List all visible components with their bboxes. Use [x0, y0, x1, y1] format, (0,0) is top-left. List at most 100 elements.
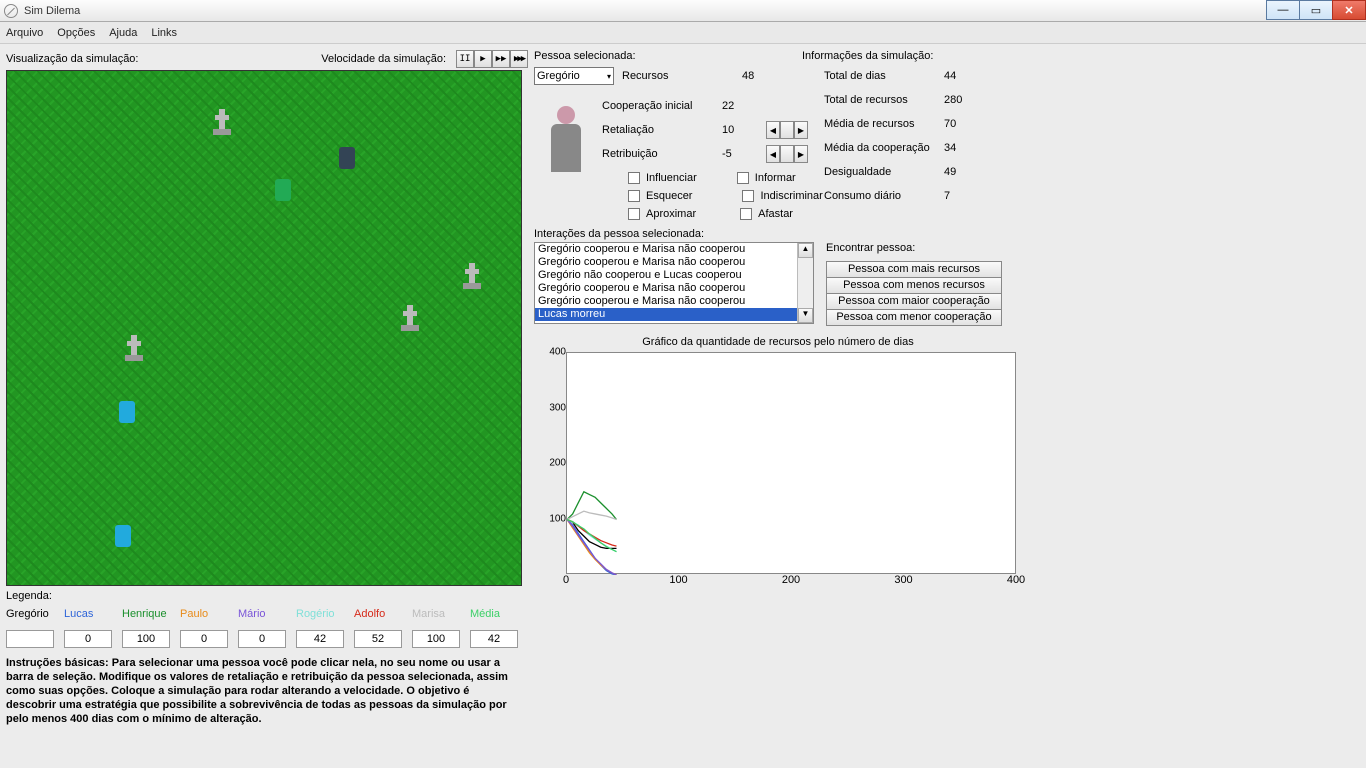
- menu-opcoes[interactable]: Opções: [57, 27, 95, 39]
- scrollbar[interactable]: ▲ ▼: [797, 243, 813, 323]
- chk-influenciar-label: Influenciar: [646, 172, 697, 184]
- chk-aproximar[interactable]: [628, 208, 640, 220]
- x-tick: 200: [782, 574, 800, 586]
- legend-value: 42: [470, 630, 518, 648]
- chk-afastar[interactable]: [740, 208, 752, 220]
- person-sprite[interactable]: [119, 401, 135, 423]
- retrib-label: Retribuição: [602, 148, 722, 160]
- menu-ajuda[interactable]: Ajuda: [109, 27, 137, 39]
- person-sprite[interactable]: [115, 525, 131, 547]
- chk-esquecer-label: Esquecer: [646, 190, 692, 202]
- y-tick: 400: [549, 347, 566, 358]
- fast-button[interactable]: ▶▶: [492, 50, 510, 68]
- retrib-value: -5: [722, 148, 762, 160]
- scroll-down-icon[interactable]: ▼: [798, 308, 813, 323]
- interactions-list[interactable]: Gregório cooperou e Marisa não cooperouG…: [534, 242, 814, 324]
- faster-button[interactable]: ▶▶▶: [510, 50, 528, 68]
- pause-button[interactable]: II: [456, 50, 474, 68]
- legend-value: 0: [180, 630, 228, 648]
- grave-icon: [461, 263, 483, 289]
- simulation-canvas[interactable]: [6, 70, 522, 586]
- person-select[interactable]: Gregório▾: [534, 67, 614, 85]
- interaction-item[interactable]: Gregório cooperou e Marisa não cooperou: [535, 295, 813, 308]
- desig-value: 49: [944, 166, 984, 178]
- recursos-value: 48: [742, 70, 782, 82]
- retal-label: Retaliação: [602, 124, 722, 136]
- x-tick: 0: [563, 574, 569, 586]
- legend-label: Legenda:: [6, 588, 528, 604]
- desig-label: Desigualdade: [824, 166, 944, 178]
- legend-name[interactable]: Marisa: [412, 608, 470, 624]
- x-tick: 400: [1007, 574, 1025, 586]
- chk-indiscriminar[interactable]: [742, 190, 754, 202]
- person-sprite[interactable]: [339, 147, 355, 169]
- legend-name[interactable]: Paulo: [180, 608, 238, 624]
- retal-dec[interactable]: ◀: [766, 121, 780, 139]
- legend-value: 0: [238, 630, 286, 648]
- interaction-item[interactable]: Gregório cooperou e Marisa não cooperou: [535, 282, 813, 295]
- menubar: Arquivo Opções Ajuda Links: [0, 22, 1366, 44]
- viz-label: Visualização da simulação:: [6, 53, 138, 65]
- legend-value: [6, 630, 54, 648]
- chk-informar[interactable]: [737, 172, 749, 184]
- menu-links[interactable]: Links: [151, 27, 177, 39]
- person-portrait: [538, 92, 594, 172]
- scroll-up-icon[interactable]: ▲: [798, 243, 813, 258]
- interaction-item[interactable]: Gregório cooperou e Marisa não cooperou: [535, 256, 813, 269]
- retal-mid[interactable]: [780, 121, 794, 139]
- mcoop-value: 34: [944, 142, 984, 154]
- close-button[interactable]: ✕: [1332, 0, 1366, 20]
- speed-label: Velocidade da simulação:: [321, 53, 446, 65]
- grave-icon: [399, 305, 421, 331]
- legend-name[interactable]: Gregório: [6, 608, 64, 624]
- chk-informar-label: Informar: [755, 172, 796, 184]
- legend-value: 0: [64, 630, 112, 648]
- retrib-mid[interactable]: [780, 145, 794, 163]
- chk-influenciar[interactable]: [628, 172, 640, 184]
- interaction-item[interactable]: Lucas morreu: [535, 308, 813, 321]
- legend-row: GregórioLucas0Henrique100Paulo0Mário0Rog…: [6, 608, 528, 648]
- y-tick: 300: [549, 402, 566, 413]
- chart-title: Gráfico da quantidade de recursos pelo n…: [534, 336, 1022, 348]
- chk-esquecer[interactable]: [628, 190, 640, 202]
- titlebar: Sim Dilema — ▭ ✕: [0, 0, 1366, 22]
- find-most-resources[interactable]: Pessoa com mais recursos: [826, 261, 1002, 278]
- mrec-value: 70: [944, 118, 984, 130]
- cons-value: 7: [944, 190, 984, 202]
- y-tick: 100: [549, 513, 566, 524]
- maximize-button[interactable]: ▭: [1299, 0, 1333, 20]
- find-most-coop[interactable]: Pessoa com maior cooperação: [826, 293, 1002, 310]
- sim-info-label: Informações da simulação:: [802, 50, 1022, 62]
- play-button[interactable]: ▶: [474, 50, 492, 68]
- x-tick: 100: [669, 574, 687, 586]
- find-least-coop[interactable]: Pessoa com menor cooperação: [826, 309, 1002, 326]
- interaction-item[interactable]: Gregório cooperou e Marisa não cooperou: [535, 243, 813, 256]
- minimize-button[interactable]: —: [1266, 0, 1300, 20]
- legend-value: 42: [296, 630, 344, 648]
- mrec-label: Média de recursos: [824, 118, 944, 130]
- retal-value: 10: [722, 124, 762, 136]
- retrib-inc[interactable]: ▶: [794, 145, 808, 163]
- mcoop-label: Média da cooperação: [824, 142, 944, 154]
- legend-name[interactable]: Lucas: [64, 608, 122, 624]
- selected-person-label: Pessoa selecionada:: [534, 50, 754, 62]
- retal-inc[interactable]: ▶: [794, 121, 808, 139]
- menu-arquivo[interactable]: Arquivo: [6, 27, 43, 39]
- legend-value: 52: [354, 630, 402, 648]
- legend-name[interactable]: Henrique: [122, 608, 180, 624]
- legend-name[interactable]: Rogério: [296, 608, 354, 624]
- legend-name[interactable]: Adolfo: [354, 608, 412, 624]
- legend-value: 100: [122, 630, 170, 648]
- find-label: Encontrar pessoa:: [826, 242, 1002, 254]
- interaction-item[interactable]: Gregório não cooperou e Lucas cooperou: [535, 269, 813, 282]
- coop-label: Cooperação inicial: [602, 100, 722, 112]
- totrec-value: 280: [944, 94, 984, 106]
- legend-value: 100: [412, 630, 460, 648]
- find-least-resources[interactable]: Pessoa com menos recursos: [826, 277, 1002, 294]
- retrib-dec[interactable]: ◀: [766, 145, 780, 163]
- legend-name[interactable]: Mário: [238, 608, 296, 624]
- chk-indiscriminar-label: Indiscriminar: [760, 190, 822, 202]
- legend-name[interactable]: Média: [470, 608, 528, 624]
- chk-afastar-label: Afastar: [758, 208, 793, 220]
- person-sprite[interactable]: [275, 179, 291, 201]
